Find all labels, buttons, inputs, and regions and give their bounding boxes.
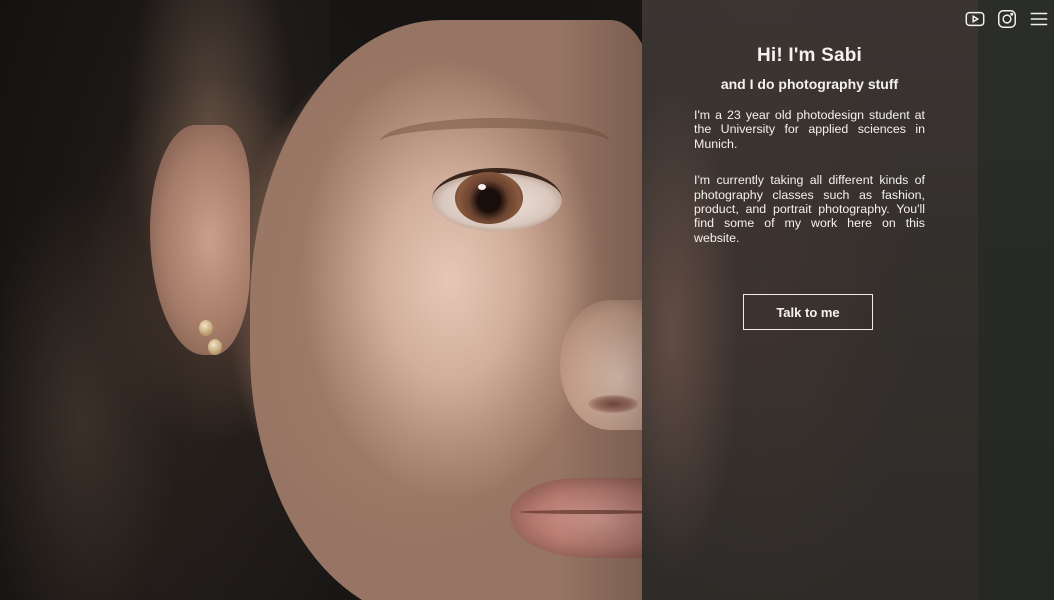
portrait-eye-glint — [478, 184, 486, 190]
menu-icon[interactable] — [1028, 8, 1050, 30]
portrait-iris — [455, 172, 523, 224]
instagram-icon[interactable] — [996, 8, 1018, 30]
background-right-strip — [978, 0, 1054, 600]
intro-paragraph-1: I'm a 23 year old photodesign student at… — [694, 108, 925, 151]
header-icons — [964, 8, 1050, 30]
talk-to-me-button[interactable]: Talk to me — [743, 294, 873, 330]
page-subtitle: and I do photography stuff — [720, 76, 899, 92]
intro-paragraph-2: I'm currently taking all different kinds… — [694, 173, 925, 245]
page-title: Hi! I'm Sabi — [756, 45, 863, 66]
earring-bottom — [208, 339, 222, 355]
youtube-icon[interactable] — [964, 8, 986, 30]
hero-section: Hi! I'm Sabi and I do photography stuff … — [0, 0, 1054, 600]
intro-content: Hi! I'm Sabi and I do photography stuff … — [694, 44, 925, 245]
earring-top — [199, 320, 213, 336]
